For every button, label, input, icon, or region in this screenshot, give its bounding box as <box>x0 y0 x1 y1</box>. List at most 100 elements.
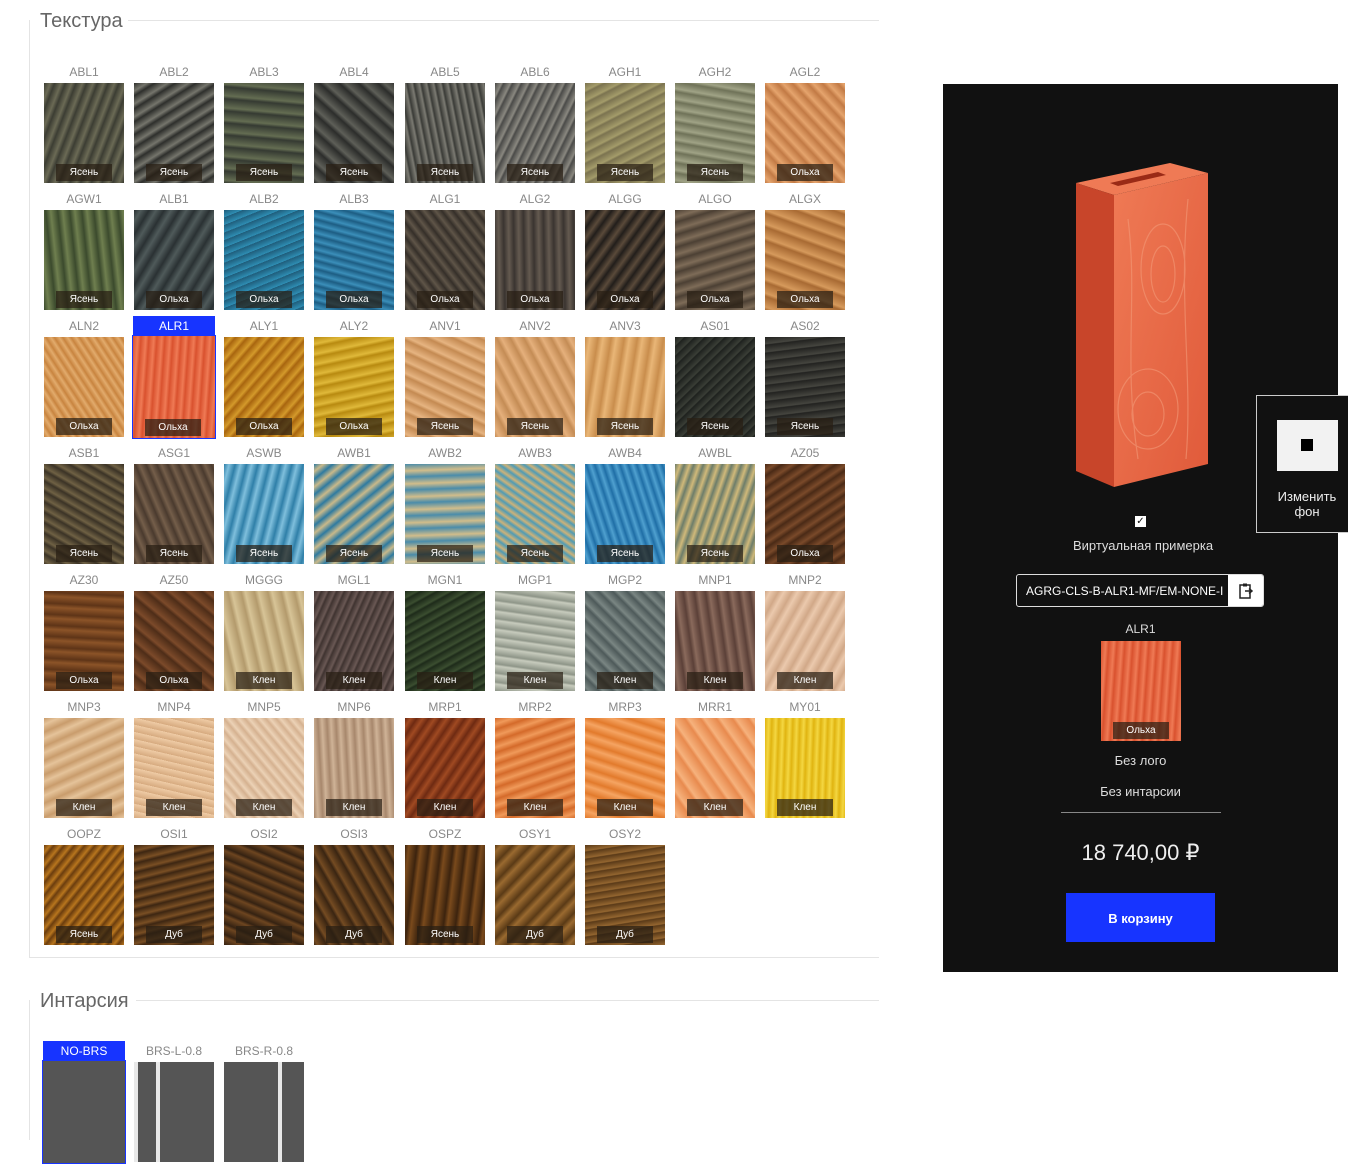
texture-swatch-az30[interactable]: AZ30 Ольха <box>43 570 125 696</box>
texture-swatch-alb2[interactable]: ALB2 Ольха <box>223 189 305 315</box>
texture-swatch-mnp4[interactable]: MNP4 Клен <box>133 697 215 823</box>
texture-swatch-mrp3[interactable]: MRP3 Клен <box>584 697 666 823</box>
texture-swatch-awb2[interactable]: AWB2 Ясень <box>404 443 486 569</box>
texture-swatch-aly1[interactable]: ALY1 Ольха <box>223 316 305 442</box>
inlay-swatch-no-brs[interactable]: NO-BRS <box>42 1041 126 1167</box>
texture-code: MRR1 <box>697 700 732 714</box>
texture-swatch-algg[interactable]: ALGG Ольха <box>584 189 666 315</box>
texture-swatch-mnp1[interactable]: MNP1 Клен <box>674 570 756 696</box>
texture-swatch-alg1[interactable]: ALG1 Ольха <box>404 189 486 315</box>
texture-swatch-awbl[interactable]: AWBL Ясень <box>674 443 756 569</box>
texture-swatch-agh1[interactable]: AGH1 Ясень <box>584 62 666 188</box>
product-code-input[interactable] <box>1017 575 1229 606</box>
clipboard-icon <box>1238 583 1253 600</box>
texture-wood-label: Ясень <box>777 418 833 435</box>
texture-code: ALY1 <box>249 319 279 333</box>
add-to-cart-button[interactable]: В корзину <box>1066 893 1215 942</box>
texture-code: MGGG <box>245 573 283 587</box>
texture-swatch-abl5[interactable]: ABL5 Ясень <box>404 62 486 188</box>
texture-swatch-anv3[interactable]: ANV3 Ясень <box>584 316 666 442</box>
texture-swatch-anv1[interactable]: ANV1 Ясень <box>404 316 486 442</box>
texture-code: ALR1 <box>133 316 215 336</box>
texture-code: ANV1 <box>429 319 461 333</box>
texture-swatch-agw1[interactable]: AGW1 Ясень <box>43 189 125 315</box>
texture-swatch-mnp6[interactable]: MNP6 Клен <box>313 697 395 823</box>
texture-swatch-my01[interactable]: MY01 Клен <box>764 697 846 823</box>
texture-swatch-abl1[interactable]: ABL1 Ясень <box>43 62 125 188</box>
texture-swatch-mgn1[interactable]: MGN1 Клен <box>404 570 486 696</box>
copy-code-button[interactable] <box>1228 575 1263 606</box>
texture-code: OSI1 <box>160 827 188 841</box>
texture-swatch-asg1[interactable]: ASG1 Ясень <box>133 443 215 569</box>
texture-swatch-awb1[interactable]: AWB1 Ясень <box>313 443 395 569</box>
texture-wood-label: Ольха <box>56 418 112 435</box>
texture-wood-label: Клен <box>236 672 292 689</box>
texture-swatch-algx[interactable]: ALGX Ольха <box>764 189 846 315</box>
texture-swatch-as01[interactable]: AS01 Ясень <box>674 316 756 442</box>
texture-swatch-osi1[interactable]: OSI1 Дуб <box>133 824 215 950</box>
virtual-try-checkbox[interactable]: ✓ <box>1135 516 1146 527</box>
texture-swatch-awb4[interactable]: AWB4 Ясень <box>584 443 666 569</box>
texture-image: Ясень <box>495 337 575 437</box>
texture-code: MRP2 <box>518 700 552 714</box>
inlay-swatch-brs-l-0.8[interactable]: BRS-L-0.8 <box>133 1041 215 1167</box>
inlay-swatch-brs-r-0.8[interactable]: BRS-R-0.8 <box>223 1041 305 1167</box>
texture-swatch-mgp1[interactable]: MGP1 Клен <box>494 570 576 696</box>
texture-swatch-mrp1[interactable]: MRP1 Клен <box>404 697 486 823</box>
texture-swatch-az50[interactable]: AZ50 Ольха <box>133 570 215 696</box>
texture-code: OSPZ <box>428 827 462 841</box>
texture-wood-label: Ольха <box>777 545 833 562</box>
texture-swatch-az05[interactable]: AZ05 Ольха <box>764 443 846 569</box>
texture-code: ALGO <box>698 192 732 206</box>
change-background-widget[interactable]: Изменить фон <box>1256 395 1348 533</box>
texture-wood-label: Ясень <box>56 291 112 308</box>
texture-code: ANV3 <box>609 319 641 333</box>
texture-swatch-mgl1[interactable]: MGL1 Клен <box>313 570 395 696</box>
texture-swatch-alb1[interactable]: ALB1 Ольха <box>133 189 215 315</box>
texture-swatch-alg2[interactable]: ALG2 Ольха <box>494 189 576 315</box>
texture-image: Ясень <box>495 83 575 183</box>
texture-swatch-awb3[interactable]: AWB3 Ясень <box>494 443 576 569</box>
texture-image: Ясень <box>44 845 124 945</box>
texture-image: Ясень <box>675 83 755 183</box>
texture-code: MNP2 <box>788 573 822 587</box>
texture-wood-label: Ольха <box>326 291 382 308</box>
inlay-stripe <box>278 1062 282 1162</box>
texture-code: OSI3 <box>340 827 368 841</box>
texture-swatch-mrp2[interactable]: MRP2 Клен <box>494 697 576 823</box>
texture-swatch-algo[interactable]: ALGO Ольха <box>674 189 756 315</box>
texture-code: AWB4 <box>608 446 642 460</box>
texture-swatch-aln2[interactable]: ALN2 Ольха <box>43 316 125 442</box>
texture-swatch-abl3[interactable]: ABL3 Ясень <box>223 62 305 188</box>
texture-swatch-abl4[interactable]: ABL4 Ясень <box>313 62 395 188</box>
texture-swatch-aswb[interactable]: ASWB Ясень <box>223 443 305 569</box>
texture-swatch-osy1[interactable]: OSY1 Дуб <box>494 824 576 950</box>
texture-swatch-agl2[interactable]: AGL2 Ольха <box>764 62 846 188</box>
texture-swatch-mggg[interactable]: MGGG Клен <box>223 570 305 696</box>
texture-swatch-mnp2[interactable]: MNP2 Клен <box>764 570 846 696</box>
texture-swatch-mrr1[interactable]: MRR1 Клен <box>674 697 756 823</box>
texture-swatch-abl2[interactable]: ABL2 Ясень <box>133 62 215 188</box>
texture-code: MNP4 <box>157 700 191 714</box>
texture-swatch-aly2[interactable]: ALY2 Ольха <box>313 316 395 442</box>
texture-swatch-mgp2[interactable]: MGP2 Клен <box>584 570 666 696</box>
texture-swatch-osi2[interactable]: OSI2 Дуб <box>223 824 305 950</box>
texture-swatch-abl6[interactable]: ABL6 Ясень <box>494 62 576 188</box>
texture-swatch-asb1[interactable]: ASB1 Ясень <box>43 443 125 569</box>
texture-swatch-alr1[interactable]: ALR1 Ольха <box>132 316 216 442</box>
texture-swatch-oopz[interactable]: OOPZ Ясень <box>43 824 125 950</box>
texture-swatch-agh2[interactable]: AGH2 Ясень <box>674 62 756 188</box>
texture-swatch-as02[interactable]: AS02 Ясень <box>764 316 846 442</box>
background-swatch[interactable] <box>1277 420 1338 471</box>
texture-swatch-ospz[interactable]: OSPZ Ясень <box>404 824 486 950</box>
texture-swatch-mnp3[interactable]: MNP3 Клен <box>43 697 125 823</box>
texture-image: Ясень <box>765 337 845 437</box>
texture-swatch-osi3[interactable]: OSI3 Дуб <box>313 824 395 950</box>
texture-swatch-mnp5[interactable]: MNP5 Клен <box>223 697 305 823</box>
texture-swatch-alb3[interactable]: ALB3 Ольха <box>313 189 395 315</box>
texture-code: ALB2 <box>249 192 279 206</box>
product-code-box <box>1016 574 1264 607</box>
texture-swatch-osy2[interactable]: OSY2 Дуб <box>584 824 666 950</box>
change-background-label-line1: Изменить <box>1277 489 1337 504</box>
texture-swatch-anv2[interactable]: ANV2 Ясень <box>494 316 576 442</box>
